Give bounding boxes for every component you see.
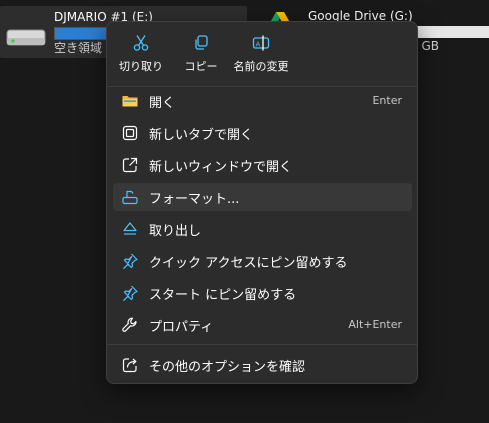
menu-item-label: 新しいウィンドウで開く	[149, 160, 293, 175]
new-window-icon	[122, 157, 138, 173]
svg-text:A: A	[256, 40, 261, 48]
menu-item-label: 取り出し	[149, 224, 202, 239]
menu-item-open-new-window[interactable]: 新しいウィンドウで開く	[113, 151, 412, 179]
menu-item-eject[interactable]: 取り出し	[113, 215, 412, 243]
menu-item-properties[interactable]: プロパティ Alt+Enter	[113, 311, 412, 339]
context-menu: 切り取り コピー A 名前の変更 開く Enter 新しいタブで開く 新しいウィ…	[106, 21, 418, 384]
menu-item-format[interactable]: フォーマット...	[113, 183, 412, 211]
menu-separator	[107, 344, 417, 345]
menu-item-label: スタート にピン留めする	[149, 288, 297, 303]
menu-item-shortcut: Enter	[372, 94, 402, 107]
menu-item-label: 開く	[149, 96, 176, 111]
rename-icon: A	[252, 35, 270, 51]
rename-label: 名前の変更	[233, 60, 289, 73]
copy-button[interactable]: コピー	[171, 30, 231, 84]
copy-label: コピー	[184, 60, 218, 73]
menu-item-more-options[interactable]: その他のオプションを確認	[113, 351, 412, 379]
pin-icon	[123, 285, 138, 302]
copy-icon	[195, 35, 208, 50]
menu-item-label: フォーマット...	[149, 192, 240, 207]
drive-free-space: 空き領域 4	[54, 41, 114, 55]
menu-item-shortcut: Alt+Enter	[348, 318, 402, 331]
menu-item-label: クイック アクセスにピン留めする	[149, 256, 348, 271]
share-icon	[122, 358, 137, 373]
cut-button[interactable]: 切り取り	[111, 30, 171, 84]
eject-icon	[123, 222, 137, 235]
format-icon	[122, 190, 138, 205]
pin-icon	[123, 253, 138, 270]
new-tab-icon	[122, 125, 138, 141]
menu-item-pin-start[interactable]: スタート にピン留めする	[113, 279, 412, 307]
cut-label: 切り取り	[119, 60, 163, 73]
hard-drive-icon	[6, 29, 46, 46]
menu-item-open-new-tab[interactable]: 新しいタブで開く	[113, 119, 412, 147]
menu-item-pin-quick-access[interactable]: クイック アクセスにピン留めする	[113, 247, 412, 275]
quick-actions-row: 切り取り コピー A 名前の変更	[107, 26, 417, 84]
menu-item-label: 新しいタブで開く	[149, 128, 254, 143]
wrench-icon	[122, 317, 137, 332]
menu-item-open[interactable]: 開く Enter	[113, 87, 412, 115]
menu-item-label: プロパティ	[149, 320, 214, 335]
folder-icon	[122, 96, 138, 107]
menu-item-label: その他のオプションを確認	[149, 360, 306, 375]
scissors-icon	[133, 35, 149, 51]
rename-button[interactable]: A 名前の変更	[231, 30, 291, 84]
